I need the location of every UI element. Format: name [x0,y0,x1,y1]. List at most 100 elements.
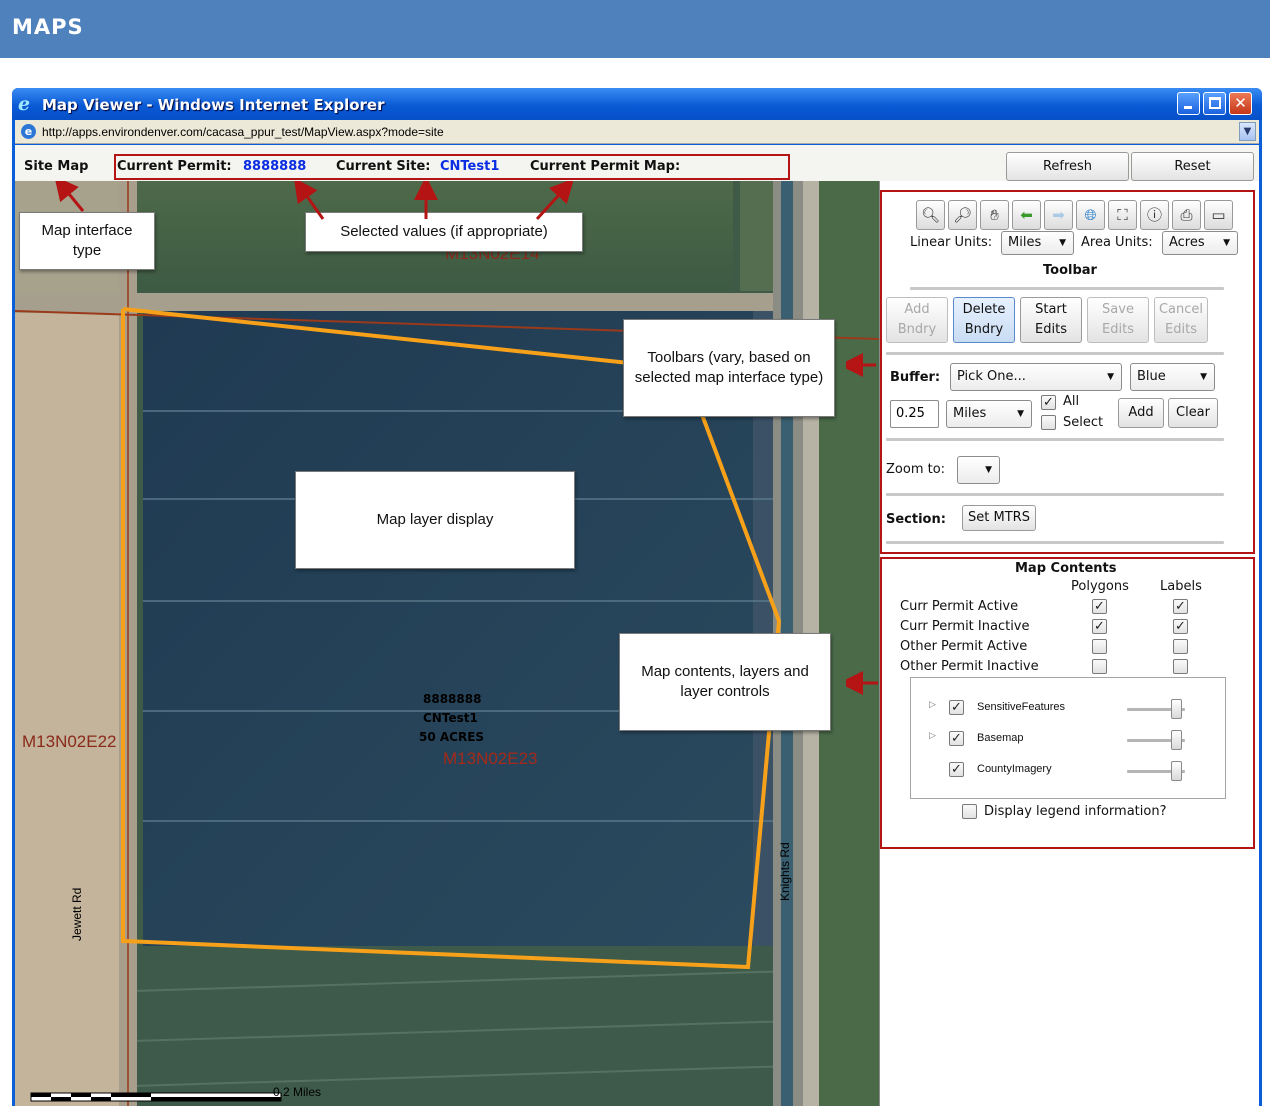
buffer-units-select[interactable]: Miles ▼ [946,400,1032,428]
buffer-feature-value: Pick One... [957,369,1026,384]
buffer-select-checkbox[interactable] [1041,415,1056,430]
buffer-select-label: Select [1063,415,1104,430]
buffer-color-select[interactable]: Blue ▼ [1130,363,1215,391]
polygons-checkbox[interactable] [1092,639,1107,654]
divider [910,287,1224,290]
parcel-label-site: CNTest1 [423,711,478,725]
annotation-box-selected-values [114,154,790,180]
back-button[interactable]: ⬅ [1012,200,1041,230]
labels-checkbox[interactable]: ✓ [1173,599,1188,614]
layer-visibility-checkbox[interactable]: ✓ [949,731,964,746]
scale-bar-label: 0.2 Miles [273,1085,322,1099]
legend-checkbox[interactable] [962,804,977,819]
labels-checkbox[interactable]: ✓ [1173,619,1188,634]
delete-boundary-button[interactable]: Delete Bndry [953,297,1015,343]
divider [886,493,1224,496]
map-contents-title: Map Contents [1015,561,1117,576]
map-interface-type: Site Map [24,159,89,174]
road-label-knights: Knights Rd [778,842,792,901]
zoom-extent-button[interactable]: ⛶ [1108,200,1137,230]
refresh-button[interactable]: Refresh [1006,152,1129,181]
scale-bar [30,1092,282,1102]
page-banner: MAPS [0,0,1270,58]
start-edits-label-1: Start [1035,302,1067,317]
row-label: Other Permit Active [900,639,1028,654]
info-bar: Site Map Current Permit: 8888888 Current… [15,145,1259,181]
chevron-down-icon: ▼ [1059,238,1066,248]
clear-selection-button[interactable]: ▭ [1204,200,1233,230]
identify-button[interactable]: ⓘ [1140,200,1169,230]
forward-button[interactable]: ➡ [1044,200,1073,230]
layer-visibility-checkbox[interactable]: ✓ [949,762,964,777]
row-label: Other Permit Inactive [900,659,1039,674]
pan-button[interactable]: ✋︎ [980,200,1009,230]
maximize-icon [1209,97,1221,109]
address-dropdown-icon[interactable]: ▼ [1239,122,1256,141]
cancel-edits-label-2: Edits [1165,322,1197,337]
col-polygons-header: Polygons [1071,579,1129,594]
road-label-jewett: Jewett Rd [70,887,84,941]
chevron-down-icon: ▼ [1017,409,1024,419]
layer-label: CountyImagery [977,763,1052,775]
scale-bar-segment [51,1097,71,1101]
ie-logo-icon: e [18,93,31,115]
polygons-checkbox[interactable]: ✓ [1092,619,1107,634]
area-units-select[interactable]: Acres ▼ [1162,231,1238,255]
labels-checkbox[interactable] [1173,639,1188,654]
buffer-all-checkbox[interactable]: ✓ [1041,395,1056,410]
zoom-in-button[interactable]: 🔍︎ [916,200,945,230]
zoom-to-select[interactable]: ▼ [957,456,1000,484]
polygons-checkbox[interactable]: ✓ [1092,599,1107,614]
add-boundary-button[interactable]: Add Bndry [886,297,948,343]
print-button[interactable]: ⎙ [1172,200,1201,230]
full-extent-button[interactable]: 🌐︎ [1076,200,1105,230]
col-labels-header: Labels [1160,579,1202,594]
buffer-add-button[interactable]: Add [1118,398,1164,428]
expand-icon[interactable]: ▷ [929,700,936,710]
callout-map-layer-display: Map layer display [295,471,575,569]
scale-bar-segment [71,1093,91,1097]
buffer-clear-button[interactable]: Clear [1168,398,1218,428]
zoom-in-icon: 🔍︎ [920,206,941,224]
chevron-down-icon: ▼ [985,465,992,475]
opacity-slider-thumb[interactable] [1171,699,1182,719]
minimize-button[interactable] [1177,92,1200,115]
browser-window: e Map Viewer - Windows Internet Explorer… [12,88,1262,1106]
set-mtrs-button[interactable]: Set MTRS [962,505,1036,531]
parcel-label-area: 50 ACRES [419,730,485,744]
buffer-distance-input[interactable]: 0.25 [890,400,939,428]
opacity-slider-thumb[interactable] [1171,730,1182,750]
reset-button[interactable]: Reset [1131,152,1254,181]
buffer-label: Buffer: [890,370,941,385]
zoom-out-button[interactable]: 🔎︎ [948,200,977,230]
cancel-edits-button[interactable]: Cancel Edits [1154,297,1208,343]
save-edits-button[interactable]: Save Edits [1087,297,1149,343]
field-left-bare [15,181,125,1106]
labels-checkbox[interactable] [1173,659,1188,674]
area-units-value: Acres [1169,235,1205,250]
start-edits-button[interactable]: Start Edits [1020,297,1082,343]
maximize-button[interactable] [1203,92,1226,115]
layer-label: SensitiveFeatures [977,701,1066,713]
expand-icon[interactable]: ▷ [929,731,936,741]
close-button[interactable]: ✕ [1229,92,1252,115]
callout-selected-values: Selected values (if appropriate) [305,212,583,252]
polygons-checkbox[interactable] [1092,659,1107,674]
callout-interface-type: Map interface type [19,212,155,270]
divider [886,352,1224,355]
opacity-slider-thumb[interactable] [1171,761,1182,781]
zoom-to-label: Zoom to: [886,462,946,477]
back-arrow-icon: ⬅ [1020,206,1033,224]
layer-visibility-checkbox[interactable]: ✓ [949,700,964,715]
address-bar[interactable]: e http://apps.environdenver.com/cacasa_p… [15,120,1259,144]
buffer-feature-select[interactable]: Pick One... ▼ [950,363,1122,391]
add-boundary-label-1: Add [904,302,930,317]
row-label: Curr Permit Inactive [900,619,1030,634]
side-panel: 🔍︎ 🔎︎ ✋︎ ⬅ ➡ 🌐︎ ⛶ ⓘ ⎙ ▭ Linear Units: Mi… [846,181,1259,1106]
address-url[interactable]: http://apps.environdenver.com/cacasa_ppu… [42,125,444,139]
layer-label: Basemap [977,732,1024,744]
map-layer-display[interactable]: M13N02E14 M13N02E22 M13N02E23 8888888 CN… [15,181,879,1106]
scale-bar-segment [151,1097,281,1101]
buffer-color-value: Blue [1137,369,1166,384]
linear-units-select[interactable]: Miles ▼ [1001,231,1074,255]
